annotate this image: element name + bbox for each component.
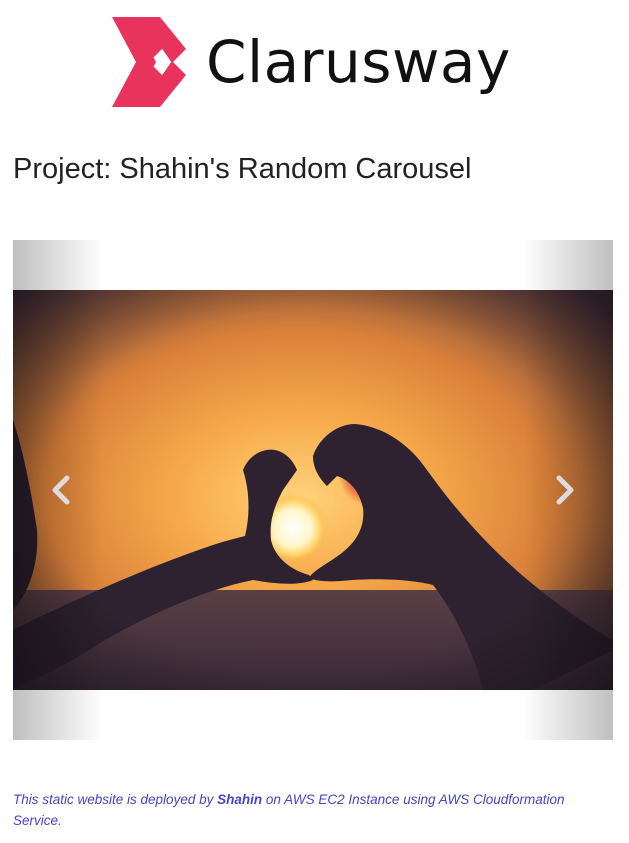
brand-logo[interactable]: Clarusway <box>110 14 511 110</box>
image-carousel[interactable] <box>13 240 613 740</box>
brand-name: Clarusway <box>206 28 511 96</box>
carousel-prev-button[interactable] <box>41 470 81 510</box>
page-title: Project: Shahin's Random Carousel <box>13 153 472 185</box>
author-name: Shahin <box>217 792 263 807</box>
chevron-right-icon <box>556 475 574 505</box>
deployment-note-prefix: This static website is deployed by <box>13 792 218 807</box>
deployment-note: This static website is deployed by Shahi… <box>13 789 613 831</box>
carousel-next-button[interactable] <box>545 470 585 510</box>
clarusway-logo-icon <box>112 17 186 107</box>
chevron-left-icon <box>52 475 70 505</box>
